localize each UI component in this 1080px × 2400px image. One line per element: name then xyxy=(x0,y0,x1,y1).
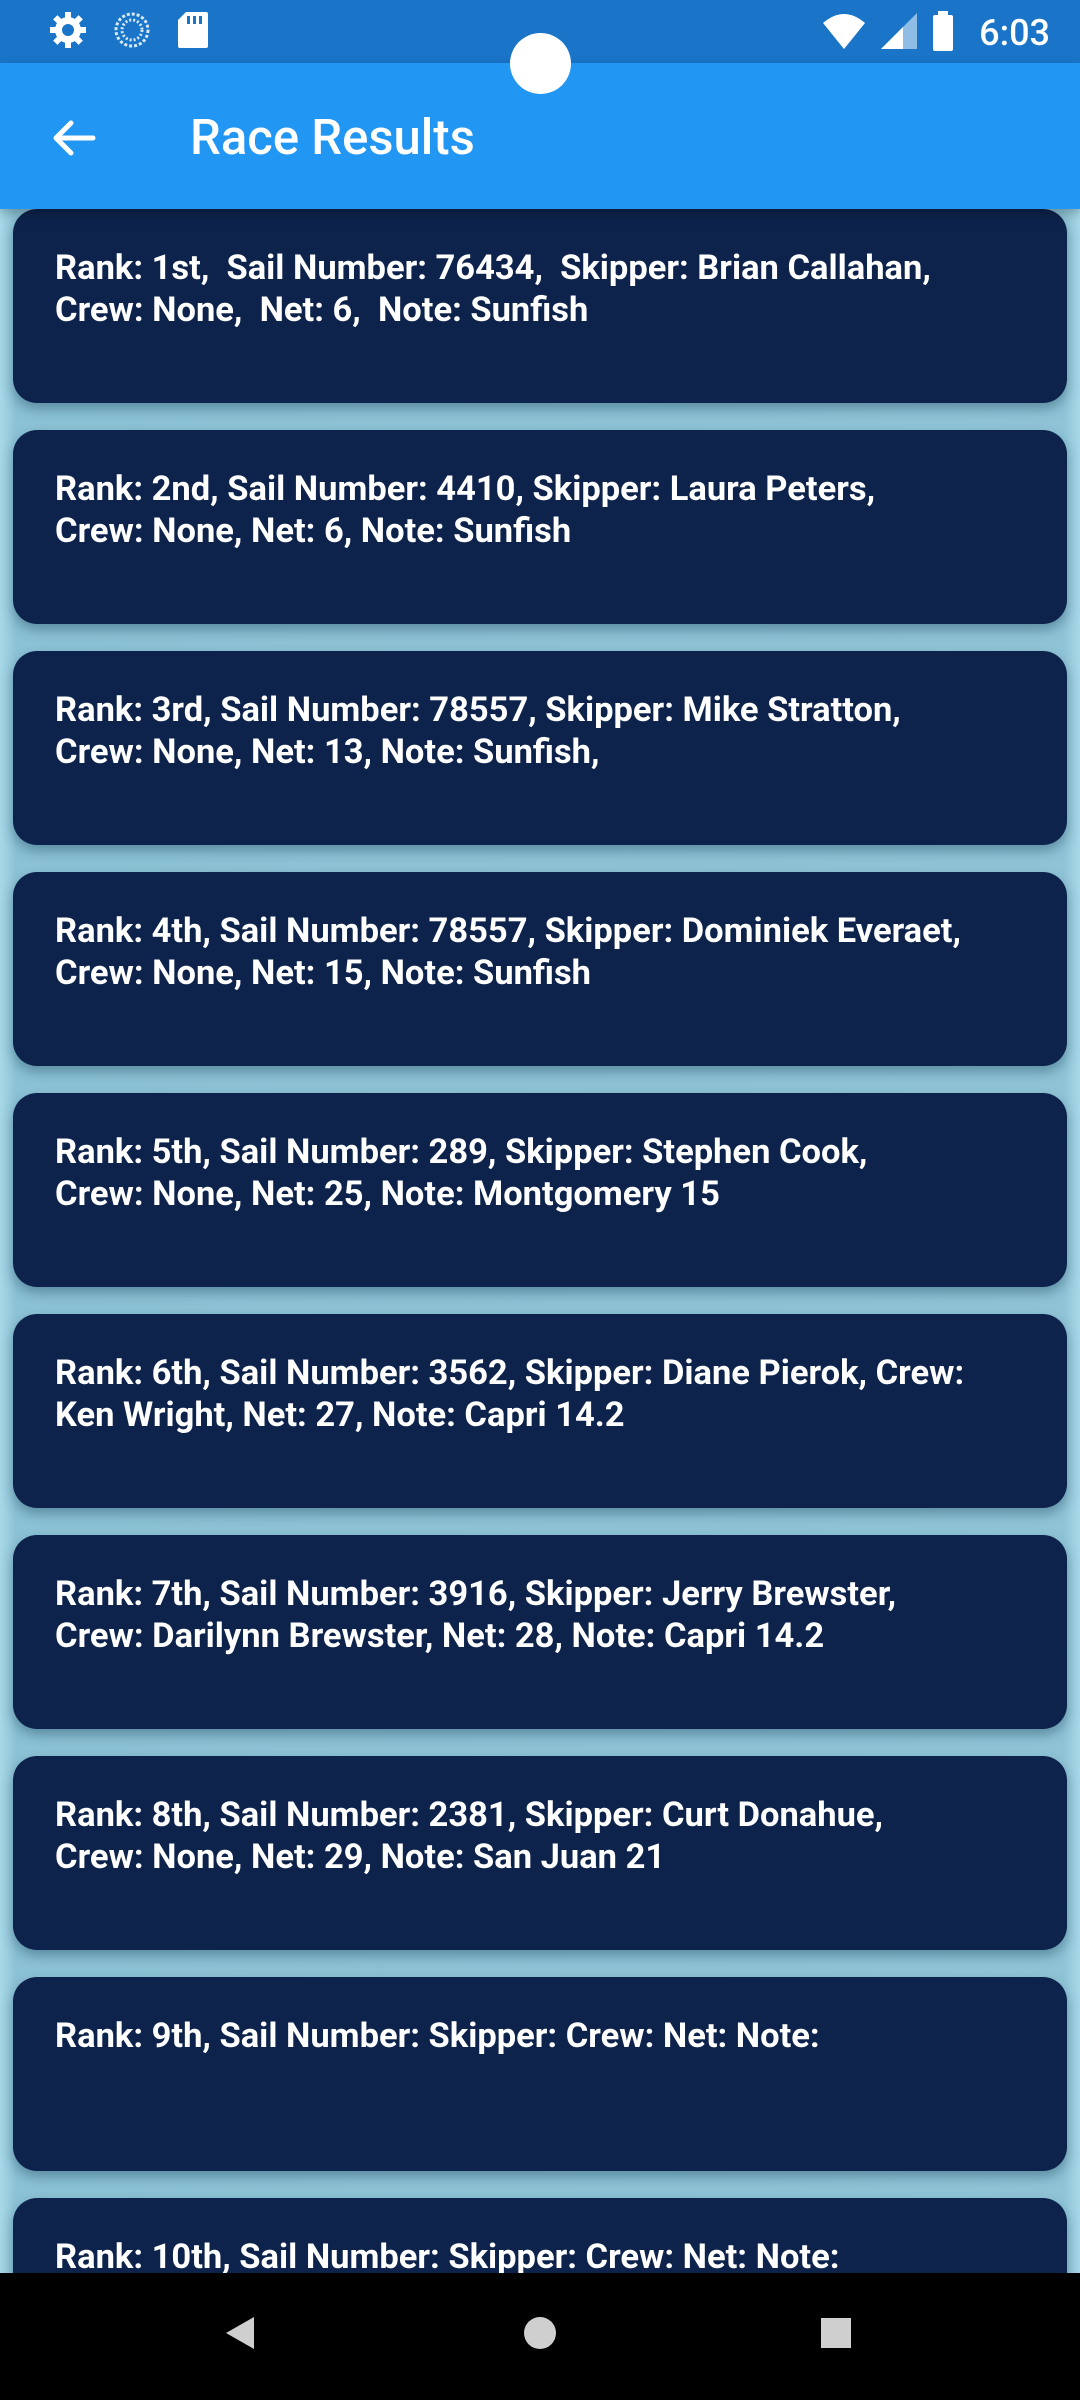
sd-card-icon xyxy=(176,10,210,54)
result-card[interactable]: Rank: 1st, Sail Number: 76434, Skipper: … xyxy=(13,209,1067,403)
result-card[interactable]: Rank: 6th, Sail Number: 3562, Skipper: D… xyxy=(13,1314,1067,1508)
result-card[interactable]: Rank: 8th, Sail Number: 2381, Skipper: C… xyxy=(13,1756,1067,1950)
status-left-icons xyxy=(48,10,210,54)
result-text: Rank: 5th, Sail Number: 289, Skipper: St… xyxy=(55,1132,868,1214)
result-text: Rank: 10th, Sail Number: Skipper: Crew: … xyxy=(55,2237,840,2273)
home-circle-icon xyxy=(520,2313,560,2357)
back-triangle-icon xyxy=(220,2313,260,2357)
result-text: Rank: 2nd, Sail Number: 4410, Skipper: L… xyxy=(55,469,876,551)
result-card[interactable]: Rank: 4th, Sail Number: 78557, Skipper: … xyxy=(13,872,1067,1066)
arrow-back-icon xyxy=(49,114,97,166)
cell-signal-icon xyxy=(879,11,919,55)
result-text: Rank: 4th, Sail Number: 78557, Skipper: … xyxy=(55,911,961,993)
result-text: Rank: 6th, Sail Number: 3562, Skipper: D… xyxy=(55,1353,965,1435)
wifi-icon xyxy=(821,11,867,55)
result-card[interactable]: Rank: 5th, Sail Number: 289, Skipper: St… xyxy=(13,1093,1067,1287)
result-text: Rank: 1st, Sail Number: 76434, Skipper: … xyxy=(55,248,931,330)
result-text: Rank: 3rd, Sail Number: 78557, Skipper: … xyxy=(55,690,901,772)
battery-icon xyxy=(931,10,955,56)
recents-square-icon xyxy=(816,2313,856,2357)
results-list[interactable]: Rank: 1st, Sail Number: 76434, Skipper: … xyxy=(0,209,1080,2273)
result-text: Rank: 7th, Sail Number: 3916, Skipper: J… xyxy=(55,1574,897,1656)
status-clock: 6:03 xyxy=(979,12,1050,54)
result-text: Rank: 8th, Sail Number: 2381, Skipper: C… xyxy=(55,1795,884,1877)
nav-home-button[interactable] xyxy=(508,2303,572,2367)
system-nav-bar xyxy=(0,2273,1080,2400)
result-card[interactable]: Rank: 9th, Sail Number: Skipper: Crew: N… xyxy=(13,1977,1067,2171)
page-title: Race Results xyxy=(190,109,475,166)
nav-recents-button[interactable] xyxy=(804,2303,868,2367)
sync-icon xyxy=(112,10,152,54)
result-card[interactable]: Rank: 10th, Sail Number: Skipper: Crew: … xyxy=(13,2198,1067,2273)
back-button[interactable] xyxy=(38,105,108,175)
camera-cutout xyxy=(510,33,571,94)
result-text: Rank: 9th, Sail Number: Skipper: Crew: N… xyxy=(55,2016,820,2056)
settings-icon xyxy=(48,10,88,54)
result-card[interactable]: Rank: 7th, Sail Number: 3916, Skipper: J… xyxy=(13,1535,1067,1729)
result-card[interactable]: Rank: 3rd, Sail Number: 78557, Skipper: … xyxy=(13,651,1067,845)
status-right-icons: 6:03 xyxy=(821,10,1050,56)
result-card[interactable]: Rank: 2nd, Sail Number: 4410, Skipper: L… xyxy=(13,430,1067,624)
nav-back-button[interactable] xyxy=(208,2303,272,2367)
